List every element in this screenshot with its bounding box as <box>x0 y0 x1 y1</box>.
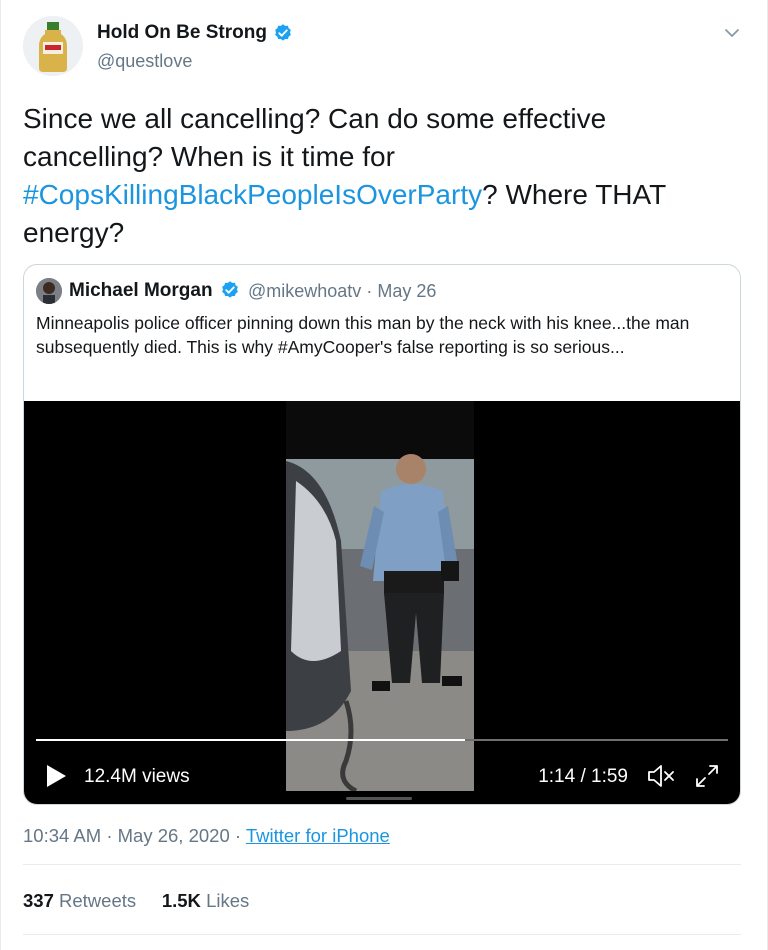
retweets-count: 337 <box>23 890 54 911</box>
verified-badge-icon <box>222 281 238 298</box>
video-views: 12.4M views <box>84 766 190 787</box>
retweets-label: Retweets <box>59 890 137 911</box>
tweet-text: Since we all cancelling? Can do some eff… <box>23 100 743 252</box>
meta-separator: · <box>106 825 113 846</box>
video-progress-fill <box>36 739 466 741</box>
likes-label: Likes <box>206 890 250 911</box>
verified-badge-icon <box>275 24 291 41</box>
likes-stat[interactable]: 1.5K Likes <box>162 890 249 911</box>
tweet-meta: 10:34 AM · May 26, 2020 · Twitter for iP… <box>23 825 390 847</box>
quoted-tweet[interactable]: Michael Morgan @mikewhoatv · May 26 Minn… <box>23 264 741 805</box>
likes-count: 1.5K <box>161 890 201 911</box>
divider <box>23 864 741 865</box>
quoted-date[interactable]: May 26 <box>377 281 436 301</box>
quoted-author-name[interactable]: Michael Morgan <box>69 280 213 302</box>
video-player[interactable]: 12.4M views 1:14 / 1:59 <box>24 401 740 804</box>
quoted-author-avatar[interactable] <box>36 278 62 304</box>
retweets-stat[interactable]: 337 Retweets <box>23 890 136 911</box>
tweet-text-start: Since we all cancelling? Can do some eff… <box>23 103 607 172</box>
tweet-date[interactable]: May 26, 2020 <box>118 825 230 846</box>
video-time: 1:14 / 1:59 <box>538 766 628 787</box>
tweet-time[interactable]: 10:34 AM <box>23 825 101 846</box>
play-icon[interactable] <box>44 763 68 789</box>
author-name[interactable]: Hold On Be Strong <box>97 22 267 44</box>
video-frame <box>286 401 474 791</box>
quoted-author-handle[interactable]: @mikewhoatv <box>248 281 361 301</box>
video-progress-bar[interactable] <box>36 739 728 741</box>
hashtag-link[interactable]: #CopsKillingBlackPeopleIsOverParty <box>23 179 482 210</box>
quoted-text: Minneapolis police officer pinning down … <box>36 313 690 357</box>
tweet-stats: 337 Retweets 1.5K Likes <box>23 890 249 912</box>
tweet-card: Hold On Be Strong @questlove Since we al… <box>0 0 768 950</box>
meta-separator: · <box>234 825 242 846</box>
divider <box>23 934 741 935</box>
video-scrub-handle[interactable] <box>346 797 412 800</box>
mute-icon[interactable] <box>646 763 676 789</box>
tweet-source-link[interactable]: Twitter for iPhone <box>246 825 390 846</box>
author-avatar[interactable] <box>23 16 83 76</box>
author-handle[interactable]: @questlove <box>97 51 192 72</box>
fullscreen-icon[interactable] <box>694 763 720 789</box>
quoted-meta: @mikewhoatv · May 26 <box>248 281 436 302</box>
chevron-down-icon[interactable] <box>723 24 741 42</box>
quoted-meta-separator: · <box>366 281 373 301</box>
